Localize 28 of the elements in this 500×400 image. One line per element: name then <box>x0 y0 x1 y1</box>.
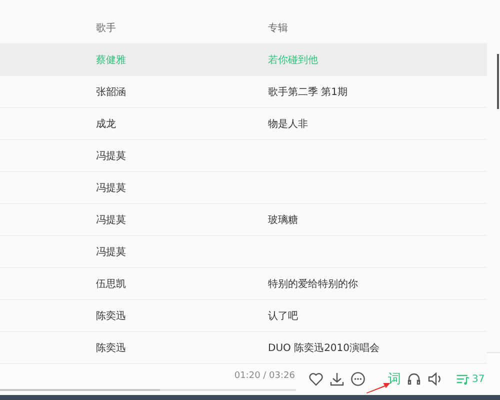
singer-cell-text: 冯提莫 <box>96 214 126 226</box>
singer-cell-text: 冯提莫 <box>96 182 126 194</box>
singer-cell-text: 陈奕迅 <box>96 342 126 354</box>
heart-icon[interactable] <box>308 371 324 387</box>
album-cell-text: 特别的爱给特别的你 <box>268 278 358 290</box>
singer-cell-text: 蔡健雅 <box>96 54 126 66</box>
column-header[interactable]: 专辑 <box>268 20 288 34</box>
singer-cell-text: 伍思凯 <box>96 278 126 290</box>
volume-icon[interactable] <box>427 371 443 387</box>
singer-cell-text: 冯提莫 <box>96 150 126 162</box>
album-cell-text: 若你碰到他 <box>268 54 318 66</box>
headphones-icon[interactable] <box>406 371 422 387</box>
scrollbar[interactable] <box>497 54 499 109</box>
more-icon[interactable] <box>350 371 366 387</box>
playback-time: 01:20 / 03:26 <box>234 371 295 381</box>
album-cell-text: DUO 陈奕迅2010演唱会 <box>268 342 380 354</box>
album-cell-text: 玻璃糖 <box>268 214 298 226</box>
singer-cell-text: 陈奕迅 <box>96 310 126 322</box>
column-header[interactable]: 歌手 <box>96 20 116 34</box>
playlist-icon <box>456 372 470 386</box>
download-icon[interactable] <box>329 371 345 387</box>
singer-cell-text: 冯提莫 <box>96 246 126 258</box>
singer-cell-text: 张韶涵 <box>96 86 126 98</box>
album-cell-text: 认了吧 <box>268 310 298 322</box>
album-cell-text: 物是人非 <box>268 118 308 130</box>
singer-cell-text: 成龙 <box>96 118 116 130</box>
playlist-count: 37 <box>472 374 485 384</box>
album-cell-text: 歌手第二季 第1期 <box>268 86 348 98</box>
